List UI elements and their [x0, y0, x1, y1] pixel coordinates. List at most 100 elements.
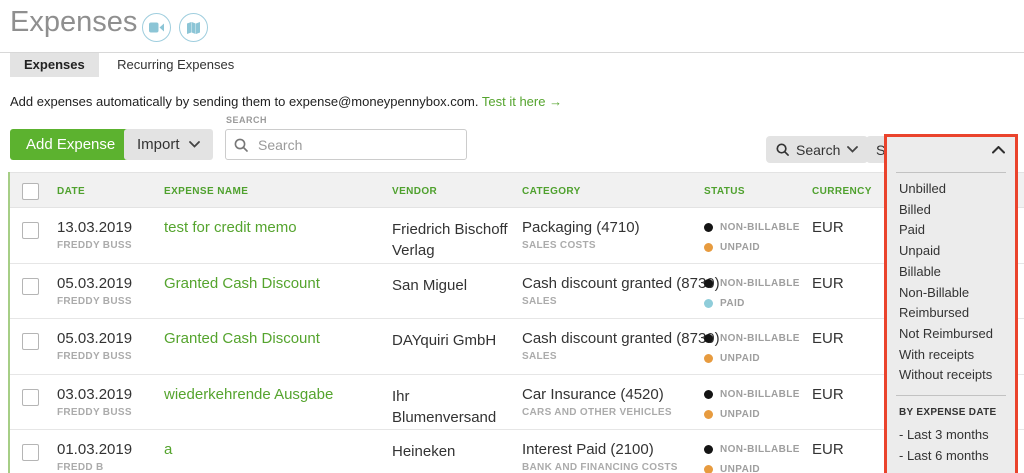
expense-vendor: San Miguel	[392, 276, 468, 294]
column-header-vendor: VENDOR	[392, 186, 438, 197]
expense-name-link[interactable]: wiederkehrende Ausgabe	[164, 386, 333, 403]
column-header-name: EXPENSE NAME	[164, 186, 249, 197]
filter-option[interactable]: Not Reimbursed	[899, 324, 1011, 345]
filter-option[interactable]: Billed	[899, 200, 1011, 221]
status-label: UNPAID	[720, 242, 760, 253]
status-label: PAID	[720, 297, 745, 309]
billable-status: NON-BILLABLE	[704, 278, 800, 289]
chevron-up-icon[interactable]	[992, 146, 1005, 154]
expense-created-by: FREDD B	[57, 462, 104, 473]
payment-status: UNPAID	[704, 242, 760, 253]
row-checkbox[interactable]	[22, 222, 39, 239]
table-row[interactable]: 13.03.2019 FREDDY BUSS test for credit m…	[10, 208, 1024, 264]
table-row[interactable]: 05.03.2019 FREDDY BUSS Granted Cash Disc…	[10, 319, 1024, 375]
filter-date-option[interactable]: - Last 6 months	[899, 445, 1011, 466]
tab-bar: Expenses Recurring Expenses	[0, 52, 1024, 77]
video-camera-icon	[149, 22, 164, 33]
chevron-down-icon	[847, 146, 859, 153]
expense-vendor: Friedrich Bischoff Verlag	[392, 221, 508, 259]
table-row[interactable]: 03.03.2019 FREDDY BUSS wiederkehrende Au…	[10, 374, 1024, 430]
filter-search-button[interactable]: Search	[766, 136, 869, 163]
row-checkbox[interactable]	[22, 277, 39, 295]
search-icon	[234, 138, 248, 152]
expense-vendor: Ihr Blumenversand	[392, 387, 497, 426]
auto-add-info: Add expenses automatically by sending th…	[10, 94, 562, 109]
expense-category-group: BANK AND FINANCING COSTS	[522, 462, 678, 473]
expenses-page: Expenses Expenses Recurring Expenses Add…	[0, 0, 1024, 473]
table-body: 13.03.2019 FREDDY BUSS test for credit m…	[10, 208, 1024, 473]
column-header-currency: CURRENCY	[812, 186, 872, 197]
status-dot	[704, 354, 713, 363]
row-checkbox[interactable]	[22, 388, 39, 406]
status-label: NON-BILLABLE	[720, 277, 800, 289]
row-checkbox[interactable]	[22, 444, 39, 461]
page-title: Expenses	[10, 6, 138, 38]
expenses-table: DATE EXPENSE NAME VENDOR CATEGORY STATUS…	[8, 172, 1024, 473]
video-tutorial-button[interactable]	[142, 13, 171, 42]
payment-status: UNPAID	[704, 409, 760, 420]
filter-option[interactable]: Without receipts	[899, 365, 1011, 386]
filter-option[interactable]: Reimbursed	[899, 303, 1011, 324]
status-dot	[704, 334, 713, 343]
status-label: NON-BILLABLE	[720, 333, 800, 344]
import-button-label: Import	[137, 136, 180, 153]
expense-date: 13.03.2019	[57, 219, 133, 236]
status-dot	[704, 445, 713, 454]
filter-option[interactable]: With receipts	[899, 345, 1011, 366]
status-label: NON-BILLABLE	[720, 388, 800, 400]
status-dot	[704, 409, 713, 419]
expense-created-by: FREDDY BUSS	[57, 295, 132, 307]
expense-created-by: FREDDY BUSS	[57, 240, 132, 251]
search-icon	[776, 143, 789, 156]
expense-name-link[interactable]: Granted Cash Discount	[164, 330, 320, 347]
billable-status: NON-BILLABLE	[704, 222, 800, 233]
table-row[interactable]: 01.03.2019 FREDD B a Heineken Interest P…	[10, 430, 1024, 473]
expense-currency: EUR	[812, 274, 844, 292]
divider	[896, 395, 1006, 396]
expense-category-group: SALES	[522, 295, 557, 307]
status-dot	[704, 389, 713, 399]
import-button[interactable]: Import	[124, 129, 213, 160]
select-all-checkbox[interactable]	[22, 183, 39, 200]
chevron-down-icon	[188, 141, 200, 148]
filter-option[interactable]: Paid	[899, 220, 1011, 241]
tab-recurring-expenses[interactable]: Recurring Expenses	[103, 53, 248, 77]
table-header: DATE EXPENSE NAME VENDOR CATEGORY STATUS…	[10, 172, 1024, 208]
map-icon	[187, 21, 200, 34]
filter-option[interactable]: Billable	[899, 262, 1011, 283]
payment-status: PAID	[704, 298, 745, 309]
expense-created-by: FREDDY BUSS	[57, 351, 132, 362]
expense-name-link[interactable]: Granted Cash Discount	[164, 275, 320, 292]
payment-status: UNPAID	[704, 353, 760, 364]
expense-category: Packaging (4710)	[522, 219, 640, 236]
filter-option[interactable]: Non-Billable	[899, 283, 1011, 304]
status-label: UNPAID	[720, 464, 760, 473]
arrow-right-icon: →	[549, 94, 563, 109]
row-checkbox[interactable]	[22, 333, 39, 350]
expense-name-link[interactable]: a	[164, 441, 172, 458]
expense-currency: EUR	[812, 330, 844, 347]
filter-option[interactable]: Unpaid	[899, 241, 1011, 262]
expense-category: Car Insurance (4520)	[522, 385, 664, 403]
expense-date: 05.03.2019	[57, 274, 133, 292]
billable-status: NON-BILLABLE	[704, 333, 800, 344]
expense-name-link[interactable]: test for credit memo	[164, 219, 297, 236]
status-label: NON-BILLABLE	[720, 222, 800, 233]
filter-option[interactable]: Unbilled	[899, 179, 1011, 200]
search-input[interactable]	[256, 135, 458, 154]
add-expense-button[interactable]: Add Expense	[10, 129, 132, 160]
filter-date-option[interactable]: - Last 3 months	[899, 424, 1011, 445]
tab-expenses[interactable]: Expenses	[10, 53, 99, 77]
column-header-category: CATEGORY	[522, 186, 581, 197]
expense-date: 03.03.2019	[57, 385, 133, 403]
table-row[interactable]: 05.03.2019 FREDDY BUSS Granted Cash Disc…	[10, 263, 1024, 319]
test-it-here-link[interactable]: Test it here	[482, 94, 546, 109]
expense-vendor: Heineken	[392, 443, 456, 460]
expense-date: 05.03.2019	[57, 330, 133, 347]
guide-button[interactable]	[179, 13, 208, 42]
expense-category-group: CARS AND OTHER VEHICLES	[522, 406, 672, 418]
expense-category: Interest Paid (2100)	[522, 441, 654, 458]
expense-created-by: FREDDY BUSS	[57, 406, 132, 418]
expense-category-group: SALES	[522, 351, 557, 362]
filter-section-label: BY EXPENSE DATE	[899, 407, 997, 418]
